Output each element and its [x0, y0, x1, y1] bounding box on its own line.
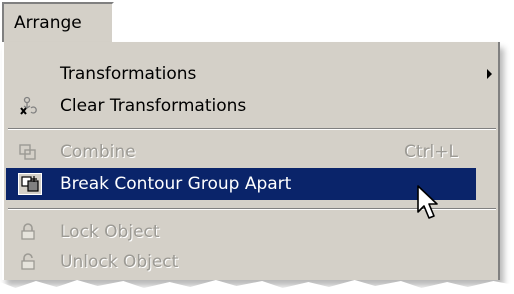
- combine-icon: [18, 143, 38, 161]
- menu-item-label: Clear Transformations: [60, 96, 247, 116]
- menu-separator: [8, 128, 496, 130]
- menu-item-unlock-object[interactable]: Unlock Object: [4, 246, 498, 278]
- menu-item-clear-transformations[interactable]: Clear Transformations: [4, 90, 498, 122]
- mouse-pointer-icon: [416, 184, 442, 227]
- menu-item-shortcut: Ctrl+L: [404, 142, 458, 162]
- submenu-arrow-icon: [487, 69, 492, 79]
- unlock-icon: [18, 253, 38, 271]
- menu-item-break-contour-group-apart[interactable]: Break Contour Group Apart: [6, 168, 476, 200]
- menubar-arrange[interactable]: Arrange: [2, 2, 114, 42]
- menu-item-label: Combine: [60, 142, 136, 162]
- arrange-dropdown-menu: Transformations Clear Transformations Co…: [2, 42, 500, 280]
- menu-item-label: Break Contour Group Apart: [60, 174, 292, 194]
- menu-item-label: Transformations: [60, 64, 197, 84]
- menu-item-label: Lock Object: [60, 222, 160, 242]
- break-apart-icon: [18, 173, 42, 195]
- menubar-arrange-label: Arrange: [14, 13, 82, 33]
- lock-icon: [18, 223, 38, 241]
- clear-transformations-icon: [18, 96, 38, 115]
- menu-item-transformations[interactable]: Transformations: [4, 58, 498, 90]
- menu-item-combine[interactable]: Combine Ctrl+L: [4, 136, 498, 168]
- menu-item-label: Unlock Object: [60, 252, 179, 272]
